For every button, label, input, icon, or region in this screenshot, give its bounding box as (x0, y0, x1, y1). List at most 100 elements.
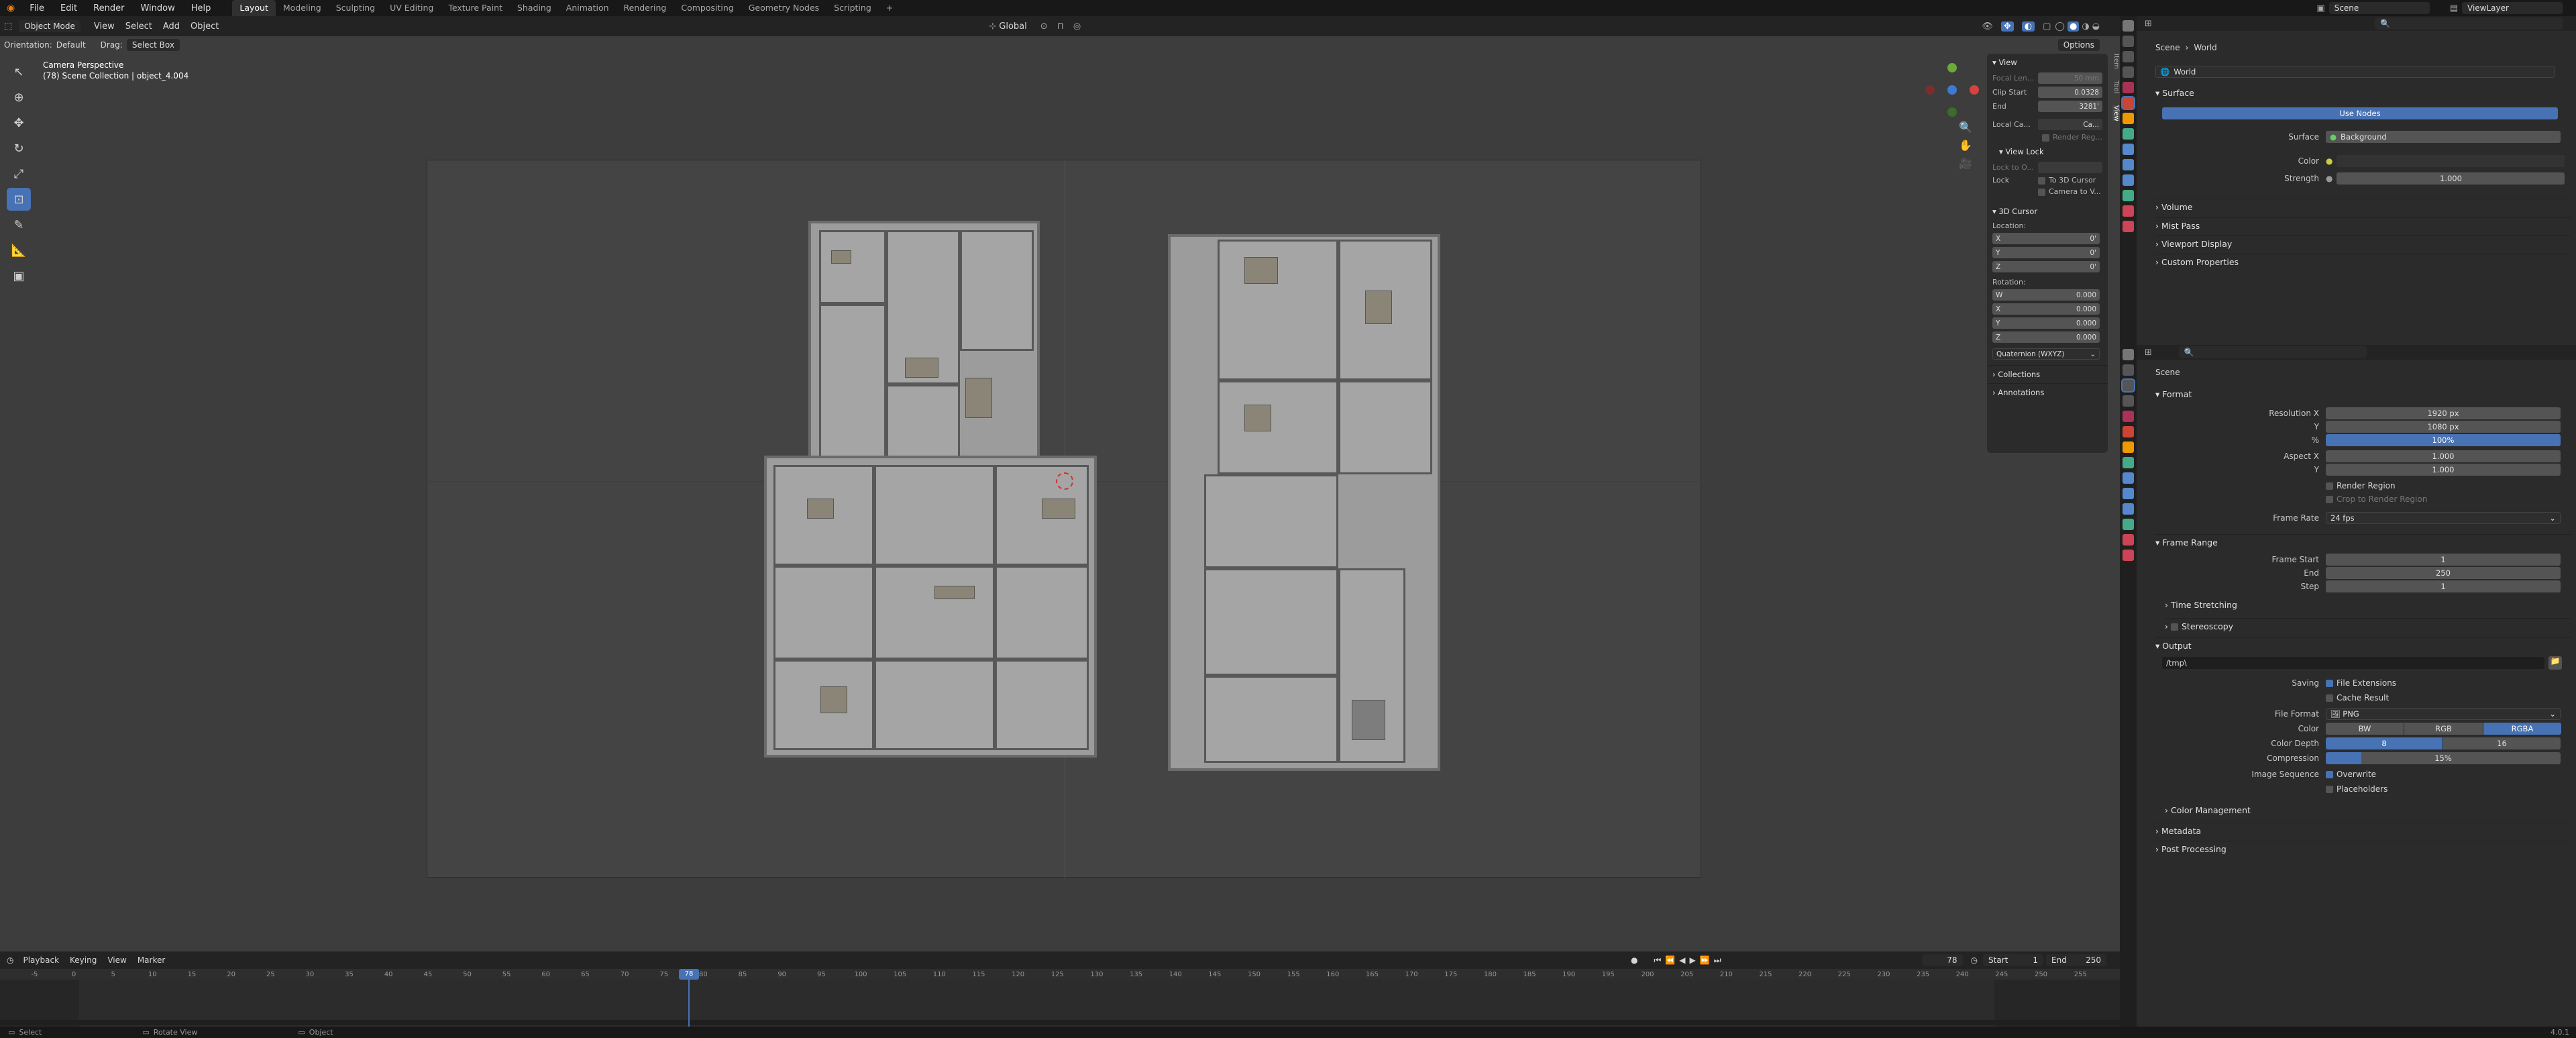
constraints-tab-icon[interactable] (2123, 503, 2134, 515)
output-section-header[interactable]: ▾ Output (2155, 637, 2571, 651)
render-region-checkbox[interactable]: Render Region (2326, 481, 2396, 490)
constraints-tab-icon[interactable] (2123, 174, 2134, 186)
modifier-tab-icon[interactable] (2123, 128, 2134, 140)
time-stretching-section-header[interactable]: › Time Stretching (2165, 600, 2237, 610)
cursor-loc-z[interactable]: Z 0' (1992, 261, 2100, 272)
floor-plan-upper-left[interactable] (808, 221, 1040, 466)
view-lock-header[interactable]: ▾ View Lock (1987, 143, 2108, 160)
menu-select[interactable]: Select (125, 21, 152, 32)
folder-icon[interactable]: 📁 (2548, 656, 2562, 670)
timeline-editor-icon[interactable]: ◷ (7, 955, 13, 965)
annotate-tool-icon[interactable]: ✎ (7, 213, 31, 236)
tab-uv-editing[interactable]: UV Editing (382, 0, 441, 16)
scene-tab-icon[interactable] (2123, 82, 2134, 93)
shading-solid-icon[interactable]: ● (2067, 21, 2080, 32)
cursor-rot-x[interactable]: X 0.000 (1992, 303, 2100, 315)
sidebar-tab-item[interactable]: Item (2112, 54, 2120, 69)
gizmo-toggle-icon[interactable]: ✥ (2000, 21, 2014, 32)
transform-tool-icon[interactable]: ⊡ (7, 188, 31, 211)
aspect-y-field[interactable]: 1.000 (2326, 464, 2561, 476)
clip-end-field[interactable]: 3281' (2038, 101, 2102, 112)
menu-help[interactable]: Help (183, 3, 219, 13)
menu-file[interactable]: File (21, 3, 52, 13)
custom-properties-section-header[interactable]: › Custom Properties (2155, 254, 2571, 267)
particles-tab-icon[interactable] (2123, 144, 2134, 155)
texture-tab-icon[interactable] (2123, 550, 2134, 561)
volume-section-header[interactable]: › Volume (2155, 199, 2571, 212)
prev-keyframe-icon[interactable]: ⏪ (1665, 955, 1675, 965)
gizmo-x-axis[interactable] (1970, 85, 1979, 95)
particles-tab-icon[interactable] (2123, 472, 2134, 484)
output-path-field[interactable]: /tmp\ (2162, 657, 2544, 669)
depth-16-option[interactable]: 16 (2443, 737, 2561, 749)
floor-plan-lower-left[interactable] (764, 456, 1097, 758)
mode-selector[interactable]: Object Mode (19, 20, 80, 32)
current-frame-field[interactable]: 78 (1922, 954, 1963, 966)
tab-scripting[interactable]: Scripting (826, 0, 879, 16)
tab-animation[interactable]: Animation (559, 0, 616, 16)
next-keyframe-icon[interactable]: ⏩ (1700, 955, 1710, 965)
surface-shader-field[interactable]: ● Background (2326, 131, 2561, 143)
stereoscopy-section-header[interactable]: › Stereoscopy (2165, 618, 2571, 631)
zoom-icon[interactable]: 🔍 (1959, 118, 1972, 136)
cursor-rot-y[interactable]: Y 0.000 (1992, 317, 2100, 329)
color-rgba-option[interactable]: RGBA (2483, 723, 2561, 735)
breadcrumb-scene[interactable]: Scene (2155, 43, 2180, 52)
shading-wireframe-icon[interactable]: ◯ (2055, 21, 2065, 32)
view-layer-tab-icon[interactable] (2123, 395, 2134, 407)
output-tab-icon[interactable] (2123, 380, 2134, 391)
gizmo-y-axis[interactable] (1947, 63, 1957, 72)
object-tab-icon[interactable] (2123, 442, 2134, 453)
preview-range-icon[interactable]: ◷ (1971, 955, 1978, 965)
playhead-frame-label[interactable]: 78 (679, 969, 699, 980)
rotation-mode-selector[interactable]: Quaternion (WXYZ) ⌄ (1992, 348, 2100, 360)
timeline-scrollbar[interactable] (0, 1020, 2120, 1025)
color-rgb-option[interactable]: RGB (2404, 723, 2483, 735)
crop-region-checkbox[interactable]: Crop to Render Region (2326, 495, 2427, 504)
shading-material-icon[interactable]: ◑ (2082, 21, 2089, 32)
floor-plan-right[interactable] (1168, 234, 1440, 771)
collections-header[interactable]: › Collections (1987, 365, 2108, 383)
breadcrumb-world[interactable]: World (2194, 43, 2216, 52)
resolution-y-field[interactable]: 1080 px (2326, 421, 2561, 433)
tab-geometry-nodes[interactable]: Geometry Nodes (741, 0, 826, 16)
overwrite-checkbox[interactable]: Overwrite (2326, 770, 2376, 779)
data-tab-icon[interactable] (2123, 190, 2134, 201)
cursor-rot-w[interactable]: W 0.000 (1992, 289, 2100, 301)
3d-viewport[interactable]: Orientation: Default Drag: Select Box Op… (0, 36, 2120, 951)
use-nodes-button[interactable]: Use Nodes (2162, 107, 2558, 119)
overlay-toggle-icon[interactable]: ◐ (2021, 21, 2035, 32)
scale-tool-icon[interactable]: ⤢ (7, 162, 31, 185)
depth-8-option[interactable]: 8 (2326, 737, 2443, 749)
world-datablock-selector[interactable]: 🌐 World (2155, 66, 2555, 78)
format-section-header[interactable]: ▾ Format (2155, 389, 2192, 399)
clip-start-field[interactable]: 0.0328 (2038, 87, 2102, 98)
physics-tab-icon[interactable] (2123, 159, 2134, 170)
gizmo-neg-x-axis[interactable] (1925, 85, 1935, 95)
add-workspace-button[interactable]: + (879, 0, 900, 16)
post-processing-section-header[interactable]: › Post Processing (2155, 841, 2571, 854)
frame-end-field[interactable]: 250 (2326, 567, 2561, 579)
camera-view-icon[interactable]: 🎥 (1959, 154, 1972, 172)
material-tab-icon[interactable] (2123, 205, 2134, 217)
lock-camera-checkbox[interactable]: Camera to V... (2038, 187, 2102, 196)
annotations-header[interactable]: › Annotations (1987, 383, 2108, 401)
view-layer-tab-icon[interactable] (2123, 66, 2134, 78)
modifier-tab-icon[interactable] (2123, 457, 2134, 468)
frame-start-field[interactable]: 1 (2326, 554, 2561, 566)
properties-editor-icon[interactable]: ⊞ (2145, 348, 2152, 358)
render-tab-icon[interactable] (2123, 36, 2134, 47)
menu-edit[interactable]: Edit (52, 3, 85, 13)
view-section-header[interactable]: ▾ View (1987, 54, 2108, 71)
options-button[interactable]: Options (2057, 39, 2100, 51)
tweak-tool-icon[interactable]: ↖ (7, 60, 31, 83)
mist-pass-section-header[interactable]: › Mist Pass (2155, 217, 2571, 231)
view-layer-selector[interactable]: ViewLayer (2462, 2, 2563, 14)
resolution-x-field[interactable]: 1920 px (2326, 407, 2561, 419)
gizmo-neg-y-axis[interactable] (1947, 107, 1957, 117)
measure-tool-icon[interactable]: 📐 (7, 239, 31, 262)
properties-search[interactable]: 🔍 (2178, 346, 2367, 358)
tool-tab-icon[interactable] (2123, 349, 2134, 360)
scene-tab-icon[interactable] (2123, 411, 2134, 422)
end-frame-field[interactable]: End 250 (2046, 954, 2106, 966)
